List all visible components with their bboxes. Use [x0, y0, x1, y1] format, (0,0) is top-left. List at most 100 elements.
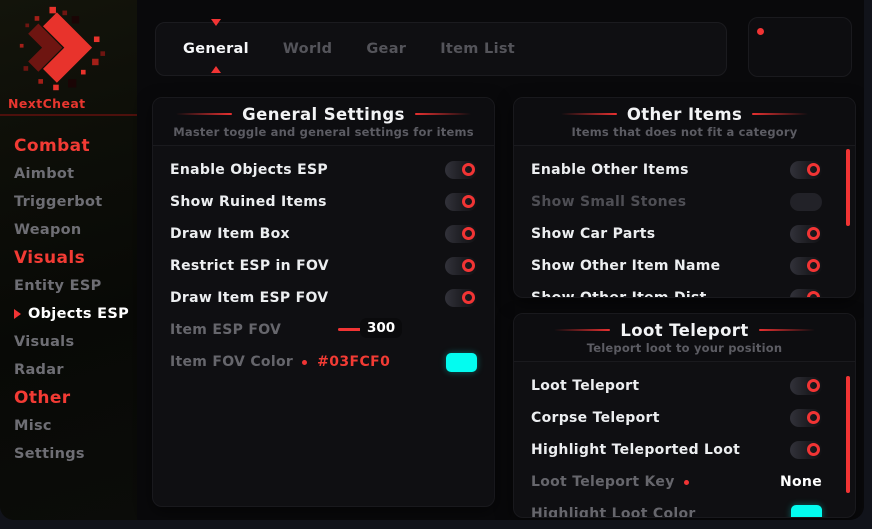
title-line-left — [176, 113, 232, 115]
nav-item-aimbot[interactable]: Aimbot — [14, 160, 134, 188]
title-line-right — [759, 329, 815, 331]
setting-label: Draw Item ESP FOV — [170, 290, 328, 306]
toggle-knob — [462, 259, 475, 272]
panel-title: Other Items — [627, 105, 742, 124]
toggle-enable-objects-esp[interactable] — [445, 161, 477, 179]
panel-scrollbar[interactable] — [846, 149, 850, 226]
setting-row: Show Small Stones — [514, 186, 855, 218]
toggle-show-other-item-dist[interactable] — [790, 289, 822, 298]
title-line-right — [752, 113, 808, 115]
toggle-show-small-stones[interactable] — [790, 193, 822, 211]
toggle-show-car-parts[interactable] — [790, 225, 822, 243]
tab-item-list[interactable]: Item List — [423, 23, 532, 75]
panel-loot-teleport: Loot Teleport Teleport loot to your posi… — [513, 313, 856, 518]
setting-label: Corpse Teleport — [531, 410, 660, 426]
setting-label: Highlight Teleported Loot — [531, 442, 740, 458]
panel-scrollbar[interactable] — [846, 376, 850, 493]
item-esp-fov-slider[interactable]: 300 — [338, 314, 477, 346]
nav-item-entity-esp[interactable]: Entity ESP — [14, 272, 134, 300]
setting-label: Restrict ESP in FOV — [170, 258, 329, 274]
toggle-knob — [807, 259, 820, 272]
settings-rows: Enable Objects ESP Show Ruined Items Dra… — [153, 146, 494, 378]
setting-row: Enable Objects ESP — [153, 154, 494, 186]
nav-section-other: Other — [14, 384, 134, 412]
slider-label: Item ESP FOV — [170, 322, 281, 338]
toggle-show-other-item-name[interactable] — [790, 257, 822, 275]
toggle-knob — [462, 291, 475, 304]
status-panel — [748, 17, 852, 77]
nav-item-visuals[interactable]: Visuals — [14, 328, 134, 356]
panel-header: Other Items Items that does not fit a ca… — [514, 98, 855, 146]
nav-item-weapon[interactable]: Weapon — [14, 216, 134, 244]
color-row-clipped: Highlight Loot Color — [514, 498, 855, 518]
tab-gear[interactable]: Gear — [349, 23, 423, 75]
modified-dot-icon — [302, 360, 307, 365]
toggle-loot-teleport[interactable] — [790, 377, 822, 395]
color-label: Highlight Loot Color — [531, 506, 696, 518]
setting-label: Show Ruined Items — [170, 194, 327, 210]
setting-label: Enable Other Items — [531, 162, 689, 178]
tab-world[interactable]: World — [266, 23, 349, 75]
nav-item-label: Objects ESP — [28, 300, 129, 328]
sidebar-nav: Combat Aimbot Triggerbot Weapon Visuals … — [14, 132, 134, 468]
panel-title: Loot Teleport — [620, 321, 748, 340]
modified-dot-icon — [684, 480, 689, 485]
title-line-left — [554, 329, 610, 331]
panel-title: General Settings — [242, 105, 405, 124]
setting-row: Draw Item ESP FOV — [153, 282, 494, 314]
setting-row: Show Car Parts — [514, 218, 855, 250]
toggle-highlight-teleported-loot[interactable] — [790, 441, 822, 459]
setting-label: Show Car Parts — [531, 226, 655, 242]
toggle-corpse-teleport[interactable] — [790, 409, 822, 427]
setting-label: Show Other Item Dist — [531, 290, 707, 298]
color-hex-value: #03FCF0 — [317, 354, 390, 370]
item-fov-color-swatch[interactable] — [446, 353, 477, 372]
toggle-draw-item-esp-fov[interactable] — [445, 289, 477, 307]
color-row: Item FOV Color #03FCF0 — [153, 346, 494, 378]
settings-rows: Enable Other Items Show Small Stones Sho… — [514, 146, 855, 298]
nav-item-radar[interactable]: Radar — [14, 356, 134, 384]
tab-label: World — [283, 41, 332, 57]
toggle-knob — [462, 227, 475, 240]
toggle-draw-item-box[interactable] — [445, 225, 477, 243]
toggle-restrict-esp-in-fov[interactable] — [445, 257, 477, 275]
setting-row: Show Ruined Items — [153, 186, 494, 218]
setting-label: Enable Objects ESP — [170, 162, 328, 178]
nav-section-visuals: Visuals — [14, 244, 134, 272]
title-line-left — [561, 113, 617, 115]
panel-subtitle: Teleport loot to your position — [587, 341, 783, 355]
title-line-right — [415, 113, 471, 115]
panel-header: Loot Teleport Teleport loot to your posi… — [514, 314, 855, 362]
setting-label: Draw Item Box — [170, 226, 290, 242]
panel-subtitle: Items that does not fit a category — [572, 125, 798, 139]
color-label: Item FOV Color — [170, 354, 293, 370]
sidebar: NextCheat Combat Aimbot Triggerbot Weapo… — [0, 0, 137, 520]
toggle-enable-other-items[interactable] — [790, 161, 822, 179]
tab-label: General — [183, 41, 249, 57]
tab-bar: General World Gear Item List — [155, 22, 727, 76]
loot-teleport-key-value[interactable]: None — [780, 474, 822, 490]
nav-item-objects-esp[interactable]: Objects ESP — [14, 300, 134, 328]
setting-row: Draw Item Box — [153, 218, 494, 250]
nav-item-settings[interactable]: Settings — [14, 440, 134, 468]
toggle-show-ruined-items[interactable] — [445, 193, 477, 211]
tab-general[interactable]: General — [166, 23, 266, 75]
keybind-label: Loot Teleport Key — [531, 474, 675, 490]
status-dot-icon — [757, 28, 764, 35]
tab-active-marker-bottom-icon — [211, 66, 221, 73]
toggle-knob — [807, 291, 820, 298]
setting-row: Enable Other Items — [514, 154, 855, 186]
setting-row: Restrict ESP in FOV — [153, 250, 494, 282]
setting-row-clipped: Show Other Item Dist — [514, 282, 855, 298]
toggle-knob — [462, 195, 475, 208]
setting-row: Corpse Teleport — [514, 402, 855, 434]
highlight-loot-color-swatch[interactable] — [791, 505, 822, 519]
setting-label: Loot Teleport — [531, 378, 639, 394]
nav-item-misc[interactable]: Misc — [14, 412, 134, 440]
toggle-knob — [462, 163, 475, 176]
tab-label: Gear — [366, 41, 406, 57]
brand-name: NextCheat — [8, 96, 86, 111]
nav-item-triggerbot[interactable]: Triggerbot — [14, 188, 134, 216]
sidebar-divider — [0, 114, 137, 116]
tab-active-marker-top-icon — [211, 19, 221, 26]
